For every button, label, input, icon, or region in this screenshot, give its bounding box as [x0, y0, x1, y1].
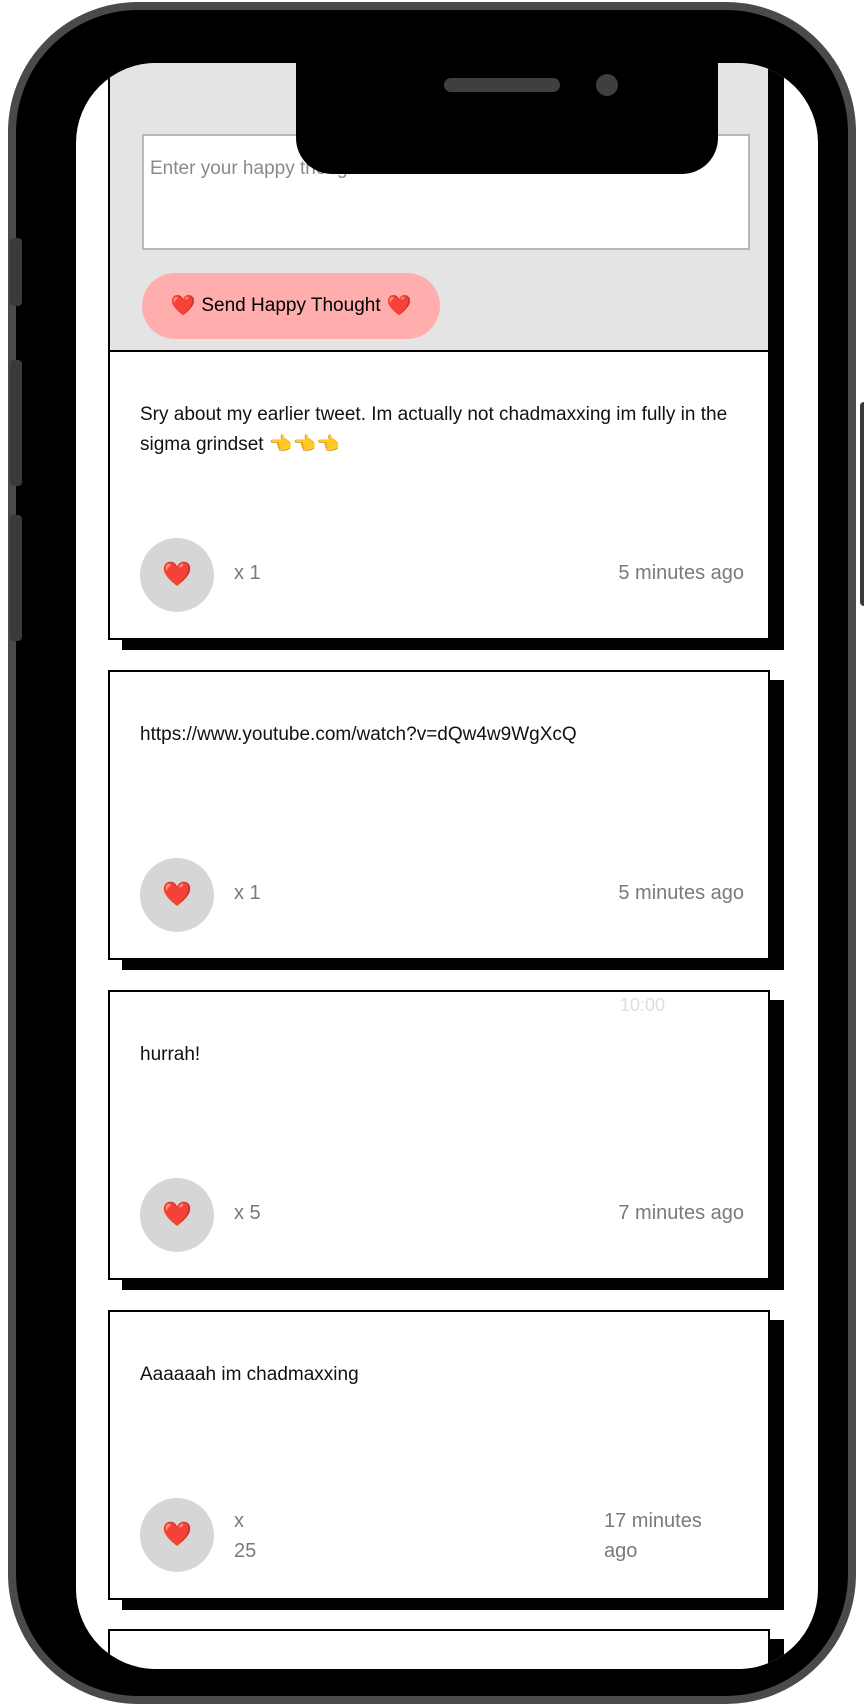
volume-down-button — [10, 515, 22, 641]
like-button[interactable]: ❤️ — [140, 1178, 214, 1252]
heart-icon: ❤️ — [386, 295, 412, 317]
thought-card: hurrah! ❤️ x 5 7 minutes ago — [108, 990, 770, 1280]
send-button-label: Send Happy Thought — [201, 295, 381, 316]
timestamp: 7 minutes ago — [618, 1202, 744, 1224]
phone-screen: 10:00 ❤️ Send Happy Thought ❤️ Sry about… — [76, 63, 818, 1669]
like-button[interactable]: ❤️ — [140, 858, 214, 932]
status-clock: 10:00 — [620, 995, 666, 1015]
timestamp: 5 minutes ago — [618, 562, 744, 584]
thought-card: Aaaaaah im chadmaxxing ❤️ x 25 17 minute… — [108, 1310, 770, 1600]
app-content: 10:00 ❤️ Send Happy Thought ❤️ Sry about… — [76, 63, 818, 1669]
like-count: x 1 — [234, 562, 261, 584]
heart-icon: ❤️ — [162, 561, 192, 588]
thought-message: https://www.youtube.com/watch?v=dQw4w9Wg… — [140, 724, 577, 745]
heart-icon: ❤️ — [170, 295, 196, 317]
timestamp: 17 minutes ago — [604, 1510, 702, 1562]
thought-message: Sry about my earlier tweet. Im actually … — [140, 404, 728, 455]
send-happy-thought-button[interactable]: ❤️ Send Happy Thought ❤️ — [142, 273, 440, 339]
thought-card: https://www.youtube.com/watch?v=dQw4w9Wg… — [108, 670, 770, 960]
like-count: x 5 — [234, 1202, 261, 1224]
like-count: x 25 — [234, 1510, 257, 1562]
timestamp: 5 minutes ago — [618, 882, 744, 904]
thought-card — [108, 1629, 770, 1669]
heart-icon: ❤️ — [162, 1201, 192, 1228]
like-button[interactable]: ❤️ — [140, 538, 214, 612]
thought-card: Sry about my earlier tweet. Im actually … — [108, 350, 770, 640]
like-count: x 1 — [234, 882, 261, 904]
heart-icon: ❤️ — [162, 881, 192, 908]
volume-up-button — [10, 360, 22, 486]
like-button[interactable]: ❤️ — [140, 1498, 214, 1572]
phone-frame: 10:00 ❤️ Send Happy Thought ❤️ Sry about… — [8, 2, 864, 1704]
front-camera — [596, 74, 618, 96]
thought-message: Aaaaaah im chadmaxxing — [140, 1364, 359, 1385]
notch — [296, 63, 718, 174]
heart-icon: ❤️ — [162, 1521, 192, 1548]
power-button — [860, 402, 864, 606]
mute-switch — [10, 238, 22, 306]
thought-message: hurrah! — [140, 1044, 201, 1065]
speaker-grille — [444, 78, 560, 92]
